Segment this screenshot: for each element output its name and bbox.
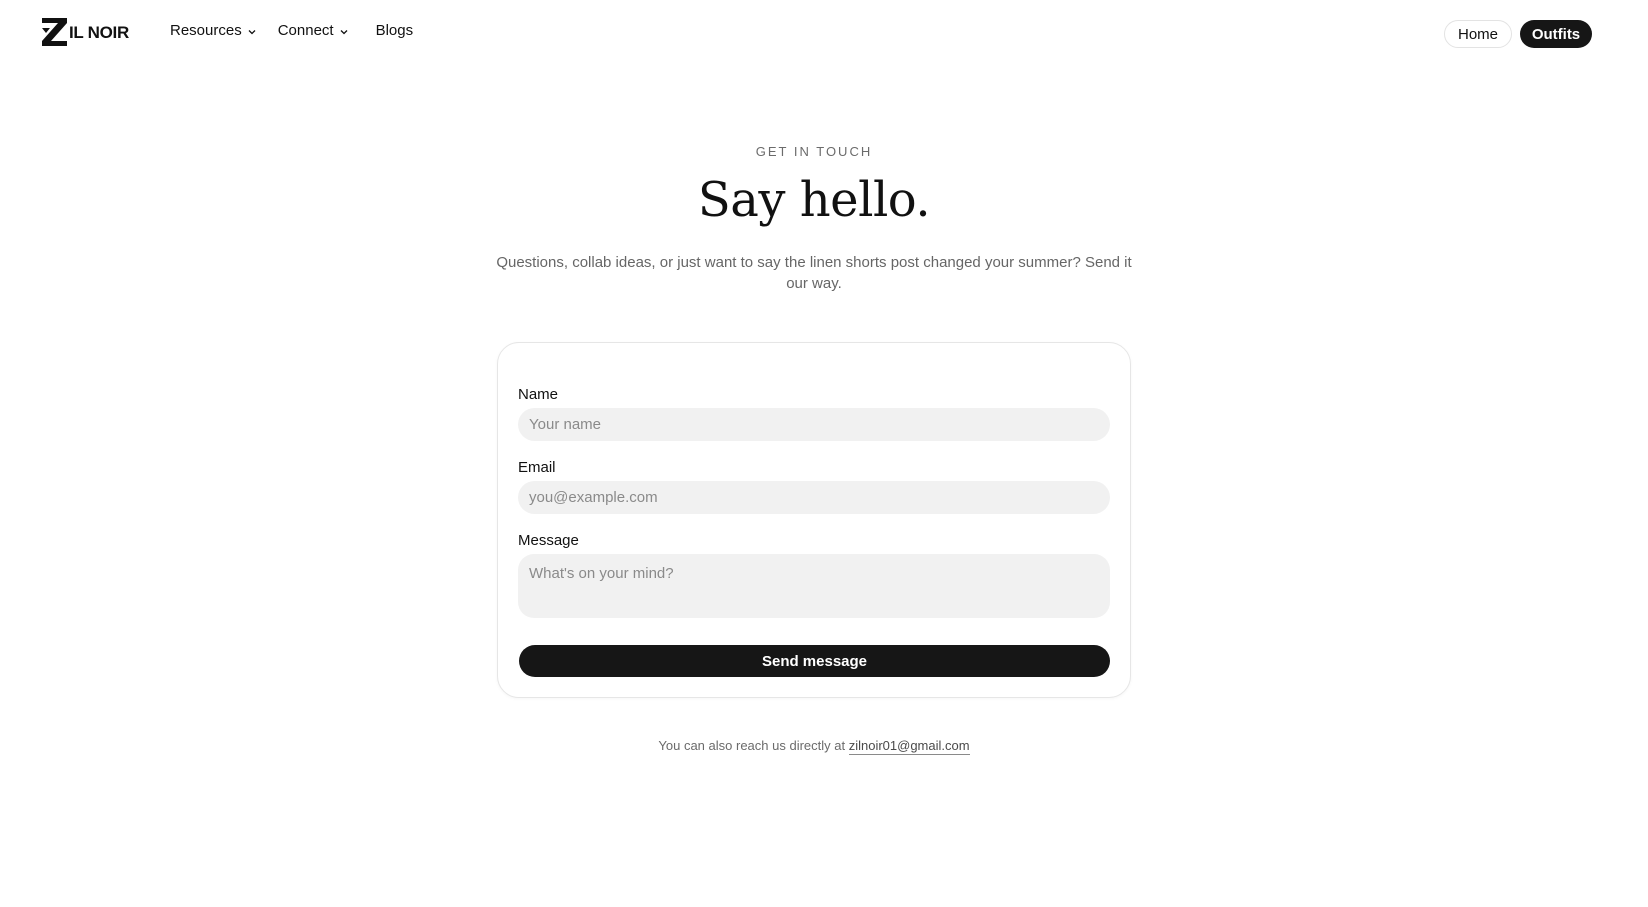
main-nav: Resources Connect Blogs (170, 22, 435, 39)
contact-email-link[interactable]: zilnoir01@gmail.com (848, 738, 970, 755)
email-label: Email (518, 459, 556, 476)
email-field[interactable] (518, 481, 1110, 514)
message-label: Message (518, 532, 579, 549)
chevron-down-icon (248, 29, 256, 34)
nav-resources-label: Resources (170, 22, 242, 39)
page-subtitle: Questions, collab ideas, or just want to… (496, 254, 1132, 292)
page-title: Say hello. (697, 172, 931, 228)
z-logo-icon (42, 18, 67, 46)
chevron-down-icon (340, 29, 348, 34)
nav-blogs[interactable]: Blogs (376, 22, 414, 39)
section-eyebrow: GET IN TOUCH (755, 144, 873, 159)
site-header: IL NOIR Resources Connect Blogs Home Out… (0, 0, 1648, 68)
nav-resources[interactable]: Resources (170, 22, 256, 39)
nav-connect[interactable]: Connect (278, 22, 348, 39)
footer-note: You can also reach us directly at zilnoi… (0, 738, 1628, 755)
logo-text: IL NOIR (69, 22, 129, 42)
contact-form: Name Email Message Send message (497, 342, 1131, 698)
home-button[interactable]: Home (1444, 20, 1512, 48)
logo[interactable]: IL NOIR (40, 16, 129, 48)
nav-connect-label: Connect (277, 22, 334, 39)
outfits-button[interactable]: Outfits (1520, 20, 1592, 48)
name-field[interactable] (518, 408, 1110, 441)
nav-blogs-label: Blogs (375, 22, 414, 39)
send-message-button[interactable]: Send message (519, 645, 1110, 677)
message-field[interactable] (518, 554, 1110, 618)
footer-note-text: You can also reach us directly at (658, 738, 846, 753)
name-label: Name (518, 386, 559, 403)
